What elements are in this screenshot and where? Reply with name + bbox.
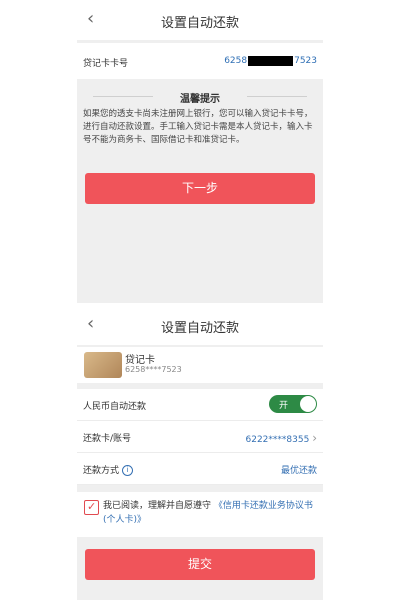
- divider-right: [247, 96, 307, 97]
- repay-card-label: 还款卡/账号: [83, 434, 132, 444]
- agreement-text: 我已阅读，理解并自愿遵守 《信用卡还款业务协议书(个人卡)》: [103, 499, 317, 527]
- tip-title: 温馨提示: [180, 94, 220, 105]
- repay-method-row[interactable]: 还款方式 i 最优还款: [77, 453, 323, 485]
- nav-bar: ‹ 设置自动还款: [77, 0, 323, 40]
- repay-method-value: 最优还款: [280, 466, 317, 476]
- chevron-right-icon: ›: [312, 431, 317, 445]
- card-number-prefix: 6258: [224, 56, 248, 66]
- page-title: 设置自动还款: [160, 16, 239, 31]
- repay-card-number: 6222****8355: [245, 435, 310, 445]
- screen-auto-repay: ‹ 设置自动还款 贷记卡 6258****7523 人民币自动还款 开 还款卡/…: [77, 305, 323, 600]
- agreement-row: ✓ 我已阅读，理解并自愿遵守 《信用卡还款业务协议书(个人卡)》: [77, 492, 323, 537]
- rmb-auto-repay-label: 人民币自动还款: [83, 402, 147, 412]
- card-name: 贷记卡: [125, 355, 155, 366]
- auto-repay-toggle[interactable]: 开: [269, 395, 317, 413]
- rmb-auto-repay-row: 人民币自动还款 开: [77, 389, 323, 421]
- info-icon[interactable]: i: [122, 465, 134, 476]
- toggle-knob: [300, 396, 316, 412]
- selected-card-row[interactable]: 贷记卡 6258****7523: [77, 347, 323, 383]
- tip-box: 温馨提示 如果您的透支卡尚未注册网上银行，您可以输入贷记卡卡号，进行自动还款设置…: [77, 86, 323, 303]
- card-number: 6258****7523: [125, 365, 182, 374]
- page-title: 设置自动还款: [160, 321, 239, 336]
- repay-method-label: 还款方式 i: [83, 463, 134, 476]
- toggle-label: 开: [279, 401, 289, 411]
- card-number-value: 6258 7523: [224, 56, 317, 66]
- bank-card-icon: [84, 352, 122, 378]
- agreement-checkbox[interactable]: ✓: [84, 500, 99, 515]
- repay-card-row[interactable]: 还款卡/账号 6222****8355 ›: [77, 421, 323, 453]
- tip-text: 如果您的透支卡尚未注册网上银行，您可以输入贷记卡卡号，进行自动还款设置。手工输入…: [83, 109, 313, 145]
- nav-bar: ‹ 设置自动还款: [77, 305, 323, 345]
- repay-method-text: 还款方式: [83, 466, 120, 476]
- card-number-row[interactable]: 贷记卡卡号 6258 7523: [77, 43, 323, 79]
- redaction-bar: [248, 56, 294, 66]
- submit-button[interactable]: 提交: [85, 549, 315, 580]
- repay-card-value: 6222****8355 ›: [246, 431, 318, 445]
- card-number-label: 贷记卡卡号: [83, 59, 129, 69]
- check-icon: ✓: [87, 500, 97, 513]
- next-button[interactable]: 下一步: [85, 173, 315, 204]
- card-number-suffix: 7523: [294, 56, 317, 66]
- agreement-prefix: 我已阅读，理解并自愿遵守: [103, 501, 212, 511]
- screen-setup-card: ‹ 设置自动还款 贷记卡卡号 6258 7523 温馨提示 如果您的透支卡尚未注…: [77, 0, 323, 303]
